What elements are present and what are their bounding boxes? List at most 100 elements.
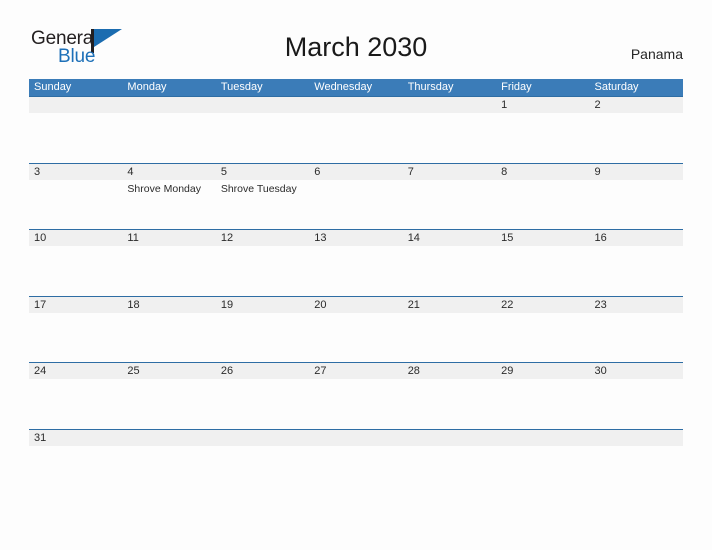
week-date-band: 10 11 12 13 14 15 16 (29, 230, 683, 246)
day-cell[interactable] (403, 379, 496, 428)
day-cell[interactable] (29, 180, 122, 229)
day-cell[interactable] (216, 246, 309, 295)
day-number[interactable]: 9 (590, 164, 683, 180)
day-cell[interactable] (122, 313, 215, 362)
day-number[interactable]: 19 (216, 297, 309, 313)
day-cell[interactable] (496, 113, 589, 162)
day-cell[interactable] (122, 379, 215, 428)
day-number[interactable]: 11 (122, 230, 215, 246)
day-number[interactable]: 21 (403, 297, 496, 313)
day-cell[interactable]: Shrove Monday (122, 180, 215, 229)
day-number[interactable]: 22 (496, 297, 589, 313)
day-number[interactable]: 13 (309, 230, 402, 246)
day-cell[interactable] (590, 379, 683, 428)
day-number[interactable]: 7 (403, 164, 496, 180)
day-cell[interactable] (216, 379, 309, 428)
day-cell[interactable] (309, 446, 402, 495)
day-number[interactable] (403, 97, 496, 113)
day-cell[interactable] (496, 313, 589, 362)
day-cell[interactable] (309, 313, 402, 362)
day-number[interactable] (403, 430, 496, 446)
day-cell[interactable] (590, 113, 683, 162)
day-cell[interactable] (590, 446, 683, 495)
page-header: General Blue March 2030 Panama (0, 0, 712, 78)
day-number[interactable]: 28 (403, 363, 496, 379)
day-cell[interactable] (496, 379, 589, 428)
page-title: March 2030 (284, 32, 428, 62)
week-event-band (29, 246, 683, 295)
weekday-header-tuesday: Tuesday (220, 81, 263, 93)
day-cell[interactable] (122, 113, 215, 162)
day-number[interactable] (122, 97, 215, 113)
day-number[interactable] (216, 97, 309, 113)
day-number[interactable]: 6 (309, 164, 402, 180)
day-cell[interactable] (496, 446, 589, 495)
day-number[interactable]: 1 (496, 97, 589, 113)
day-number[interactable]: 16 (590, 230, 683, 246)
day-cell[interactable]: Shrove Tuesday (216, 180, 309, 229)
day-number[interactable] (496, 430, 589, 446)
day-number[interactable]: 15 (496, 230, 589, 246)
day-number[interactable]: 26 (216, 363, 309, 379)
day-number[interactable] (309, 430, 402, 446)
week-row: 3 4 5 6 7 8 9 Shrove Monday Shrove Tuesd… (29, 162, 683, 229)
day-cell[interactable] (29, 246, 122, 295)
day-number[interactable]: 23 (590, 297, 683, 313)
day-number[interactable]: 29 (496, 363, 589, 379)
day-cell[interactable] (309, 113, 402, 162)
day-cell[interactable] (216, 113, 309, 162)
week-event-band (29, 446, 683, 495)
week-row: 31 (29, 428, 683, 495)
day-cell[interactable] (590, 313, 683, 362)
day-number[interactable]: 24 (29, 363, 122, 379)
day-number[interactable]: 25 (122, 363, 215, 379)
day-cell[interactable] (309, 379, 402, 428)
day-number[interactable]: 4 (122, 164, 215, 180)
day-cell[interactable] (590, 180, 683, 229)
day-cell[interactable] (403, 246, 496, 295)
day-cell[interactable] (496, 180, 589, 229)
day-cell[interactable] (403, 446, 496, 495)
day-number[interactable]: 10 (29, 230, 122, 246)
weekday-header-thursday: Thursday (407, 81, 454, 93)
week-event-band (29, 313, 683, 362)
day-number[interactable]: 5 (216, 164, 309, 180)
day-cell[interactable] (29, 113, 122, 162)
week-date-band: 3 4 5 6 7 8 9 (29, 163, 683, 180)
day-cell[interactable] (122, 446, 215, 495)
weekday-header-friday: Friday (501, 81, 532, 93)
day-cell[interactable] (122, 246, 215, 295)
day-cell[interactable] (590, 246, 683, 295)
week-date-band: 24 25 26 27 28 29 30 (29, 363, 683, 379)
day-cell[interactable] (496, 246, 589, 295)
day-cell[interactable] (403, 313, 496, 362)
day-number[interactable]: 12 (216, 230, 309, 246)
day-cell[interactable] (29, 446, 122, 495)
day-number[interactable]: 31 (29, 430, 122, 446)
day-cell[interactable] (216, 446, 309, 495)
day-number[interactable] (216, 430, 309, 446)
day-number[interactable]: 20 (309, 297, 402, 313)
day-number[interactable]: 18 (122, 297, 215, 313)
day-number[interactable]: 14 (403, 230, 496, 246)
day-number[interactable] (309, 97, 402, 113)
day-number[interactable]: 2 (590, 97, 683, 113)
day-number[interactable]: 17 (29, 297, 122, 313)
day-cell[interactable] (309, 180, 402, 229)
day-number[interactable]: 3 (29, 164, 122, 180)
day-number[interactable] (29, 97, 122, 113)
day-number[interactable]: 27 (309, 363, 402, 379)
day-event-text: Shrove Tuesday (220, 182, 297, 195)
day-number[interactable] (590, 430, 683, 446)
day-cell[interactable] (29, 379, 122, 428)
day-cell[interactable] (309, 246, 402, 295)
day-number[interactable] (122, 430, 215, 446)
week-date-band: 31 (29, 429, 683, 446)
calendar-page: General Blue March 2030 Panama Sunday Mo… (0, 0, 712, 550)
day-cell[interactable] (29, 313, 122, 362)
day-cell[interactable] (403, 180, 496, 229)
day-number[interactable]: 8 (496, 164, 589, 180)
day-cell[interactable] (216, 313, 309, 362)
day-cell[interactable] (403, 113, 496, 162)
day-number[interactable]: 30 (590, 363, 683, 379)
